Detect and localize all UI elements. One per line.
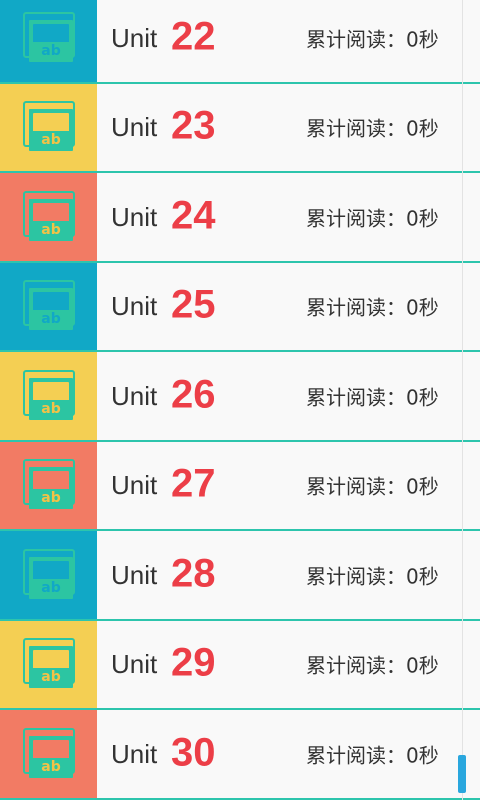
unit-list-item-25[interactable]: ab Unit 25 累计阅读：0秒 <box>0 262 480 352</box>
unit-thumbnail: ab <box>0 0 97 82</box>
unit-list-item-30[interactable]: ab Unit 30 累计阅读：0秒 <box>0 710 480 800</box>
unit-thumbnail: ab <box>0 173 97 261</box>
unit-label: Unit <box>111 291 158 322</box>
unit-thumbnail: ab <box>0 262 97 350</box>
svg-text:ab: ab <box>41 580 60 596</box>
unit-thumbnail: ab <box>0 710 97 798</box>
book-ab-icon: ab <box>22 101 75 152</box>
book-ab-icon: ab <box>22 280 75 331</box>
reading-time: 累计阅读：0秒 <box>306 564 439 589</box>
book-ab-icon: ab <box>22 190 75 241</box>
unit-label: Unit <box>111 380 158 411</box>
svg-text:ab: ab <box>41 43 60 59</box>
book-ab-icon: ab <box>22 727 75 778</box>
book-ab-icon: ab <box>22 548 75 599</box>
unit-thumbnail: ab <box>0 620 97 708</box>
unit-label: Unit <box>111 22 158 53</box>
svg-text:ab: ab <box>41 669 60 685</box>
unit-list-screen: ab Unit 22 累计阅读：0秒 ab Unit 23 累计阅读：0秒 ab… <box>0 0 480 800</box>
reading-time: 累计阅读：0秒 <box>306 116 439 141</box>
unit-list-item-22[interactable]: ab Unit 22 累计阅读：0秒 <box>0 0 480 84</box>
unit-list-item-28[interactable]: ab Unit 28 累计阅读：0秒 <box>0 531 480 621</box>
unit-number: 24 <box>171 193 216 238</box>
unit-label: Unit <box>111 649 158 680</box>
reading-time: 累计阅读：0秒 <box>306 206 439 231</box>
svg-text:ab: ab <box>41 490 60 506</box>
book-ab-icon: ab <box>22 369 75 420</box>
book-ab-icon: ab <box>22 638 75 689</box>
svg-text:ab: ab <box>41 401 60 417</box>
unit-list-item-29[interactable]: ab Unit 29 累计阅读：0秒 <box>0 620 480 710</box>
reading-time: 累计阅读：0秒 <box>306 295 439 320</box>
unit-number: 29 <box>171 640 216 685</box>
unit-list-item-23[interactable]: ab Unit 23 累计阅读：0秒 <box>0 83 480 173</box>
svg-text:ab: ab <box>41 759 60 775</box>
scroll-indicator[interactable] <box>458 755 466 793</box>
svg-text:ab: ab <box>41 132 60 148</box>
unit-number: 23 <box>171 103 216 148</box>
unit-label: Unit <box>111 201 158 232</box>
unit-number: 25 <box>171 282 216 327</box>
reading-time: 累计阅读：0秒 <box>306 27 439 52</box>
unit-label: Unit <box>111 470 158 501</box>
unit-label: Unit <box>111 112 158 143</box>
reading-time: 累计阅读：0秒 <box>306 474 439 499</box>
reading-time: 累计阅读：0秒 <box>306 385 439 410</box>
unit-thumbnail: ab <box>0 531 97 619</box>
unit-label: Unit <box>111 738 158 769</box>
list-right-edge <box>462 0 463 800</box>
unit-list-item-26[interactable]: ab Unit 26 累计阅读：0秒 <box>0 352 480 442</box>
unit-thumbnail: ab <box>0 352 97 440</box>
unit-list-item-24[interactable]: ab Unit 24 累计阅读：0秒 <box>0 173 480 263</box>
unit-number: 28 <box>171 551 216 596</box>
unit-number: 26 <box>171 372 216 417</box>
unit-number: 27 <box>171 461 216 506</box>
unit-list-item-27[interactable]: ab Unit 27 累计阅读：0秒 <box>0 441 480 531</box>
svg-text:ab: ab <box>41 222 60 238</box>
book-ab-icon: ab <box>22 11 75 62</box>
unit-thumbnail: ab <box>0 441 97 529</box>
svg-text:ab: ab <box>41 311 60 327</box>
unit-number: 30 <box>171 730 216 775</box>
reading-time: 累计阅读：0秒 <box>306 743 439 768</box>
reading-time: 累计阅读：0秒 <box>306 653 439 678</box>
book-ab-icon: ab <box>22 459 75 510</box>
unit-thumbnail: ab <box>0 83 97 171</box>
unit-number: 22 <box>171 14 216 59</box>
unit-list[interactable]: ab Unit 22 累计阅读：0秒 ab Unit 23 累计阅读：0秒 ab… <box>0 0 480 800</box>
unit-label: Unit <box>111 559 158 590</box>
